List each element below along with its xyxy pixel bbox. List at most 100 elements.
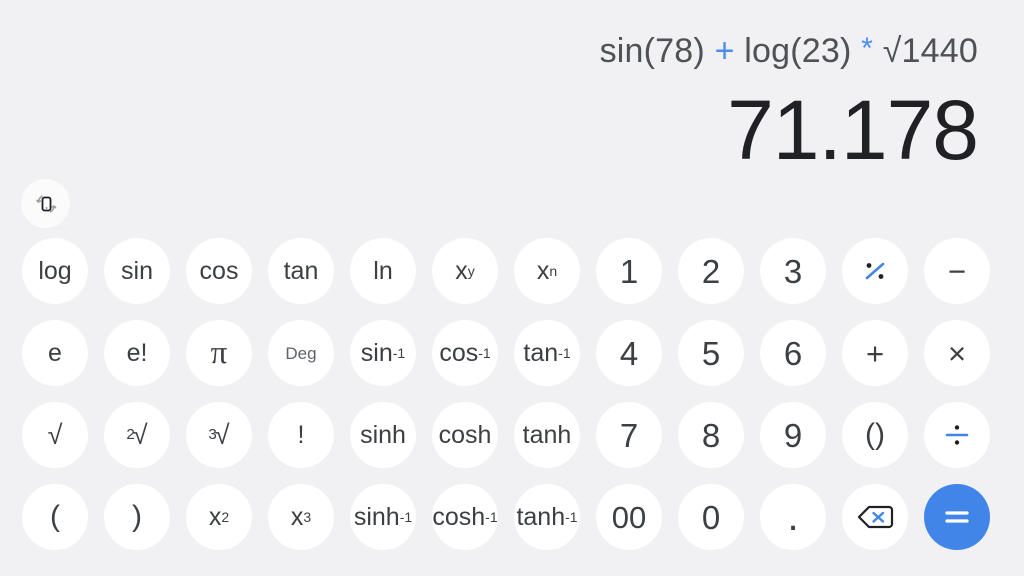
key-double-zero[interactable]: 00: [596, 484, 662, 550]
key-label: e!: [126, 338, 148, 367]
key-square-root[interactable]: √: [22, 402, 88, 468]
key-digit-6[interactable]: 6: [760, 320, 826, 386]
key-label: ln: [373, 256, 393, 285]
key-equals[interactable]: [924, 484, 990, 550]
key-multiply[interactable]: ×: [924, 320, 990, 386]
key-sin[interactable]: sin: [104, 238, 170, 304]
key-label: 1: [619, 252, 639, 290]
key-divide[interactable]: [924, 402, 990, 468]
expression-operator: +: [714, 32, 735, 70]
key-label: cos: [199, 256, 239, 285]
expression-operator: *: [861, 32, 874, 65]
key-arsinh[interactable]: sinh -1: [350, 484, 416, 550]
key-label: sin: [121, 256, 153, 285]
key-label: sin: [360, 338, 393, 367]
keypad-row: () x 2 x 3 sinh -1 cosh -1 tanh -1 00 0.: [0, 484, 1024, 550]
key-minus[interactable]: −: [924, 238, 990, 304]
keypad-row: √ 2 √ 3 √! sinh cosh tanh 7 8 9(): [0, 402, 1024, 468]
key-digit-9[interactable]: 9: [760, 402, 826, 468]
key-log[interactable]: log: [22, 238, 88, 304]
key-x-power-n[interactable]: xn: [514, 238, 580, 304]
key-tanh[interactable]: tanh: [514, 402, 580, 468]
key-e-factorial[interactable]: e!: [104, 320, 170, 386]
key-label: π: [210, 334, 228, 371]
key-label: 8: [701, 416, 721, 454]
key-tan[interactable]: tan: [268, 238, 334, 304]
key-label: cos: [439, 338, 479, 367]
key-digit-7[interactable]: 7: [596, 402, 662, 468]
calculator-display: sin(78) + log(23) * √1440 71.178: [0, 0, 1024, 230]
keypad: log sin cos tan ln x y x n 1 2 3− e e! π Deg sin -1 cos -1 t…: [0, 238, 1024, 550]
expression-segment: √1440: [873, 32, 978, 70]
key-paren-close[interactable]: ): [104, 484, 170, 550]
key-arcosh[interactable]: cosh -1: [432, 484, 498, 550]
key-digit-3[interactable]: 3: [760, 238, 826, 304]
key-label: 2: [701, 252, 721, 290]
key-arcsin[interactable]: sin -1: [350, 320, 416, 386]
result-value: 71.178: [727, 83, 979, 177]
key-label: x: [455, 256, 468, 285]
key-label: −: [947, 253, 967, 289]
key-label: sinh: [360, 420, 406, 449]
key-cube-root[interactable]: 3 √: [186, 402, 252, 468]
key-euler-e[interactable]: e: [22, 320, 88, 386]
key-label: √: [47, 419, 63, 450]
key-label: x: [290, 502, 304, 531]
key-label: √: [132, 419, 148, 450]
key-label: (): [865, 418, 885, 451]
key-digit-5[interactable]: 5: [678, 320, 744, 386]
key-x-power-y[interactable]: xy: [432, 238, 498, 304]
key-parentheses-pair[interactable]: (): [842, 402, 908, 468]
key-plus[interactable]: +: [842, 320, 908, 386]
key-label: 5: [701, 334, 721, 372]
key-cos[interactable]: cos: [186, 238, 252, 304]
key-label: tan: [523, 338, 559, 367]
key-label: 9: [783, 416, 803, 454]
key-decimal-point[interactable]: .: [760, 484, 826, 550]
key-x-cubed[interactable]: x3: [268, 484, 334, 550]
key-x-squared[interactable]: x2: [186, 484, 252, 550]
key-square-root-2[interactable]: 2 √: [104, 402, 170, 468]
rotate-screen-icon: [35, 194, 56, 213]
key-label: ): [132, 500, 142, 533]
key-label: cosh: [438, 420, 492, 449]
expression-text: sin(78) + log(23) * √1440: [0, 26, 978, 74]
key-label: √: [214, 419, 230, 450]
key-label: +: [865, 335, 885, 371]
key-cosh[interactable]: cosh: [432, 402, 498, 468]
key-artanh[interactable]: tanh -1: [514, 484, 580, 550]
key-label: sinh: [353, 502, 400, 531]
key-arccos[interactable]: cos -1: [432, 320, 498, 386]
key-digit-2[interactable]: 2: [678, 238, 744, 304]
key-angle-unit-deg[interactable]: Deg: [268, 320, 334, 386]
key-label: tanh: [516, 502, 566, 531]
key-label: ×: [947, 335, 967, 371]
key-label: 4: [619, 334, 639, 372]
key-ln[interactable]: ln: [350, 238, 416, 304]
key-label: !: [297, 420, 305, 449]
key-label: cosh: [432, 502, 486, 531]
key-factorial[interactable]: !: [268, 402, 334, 468]
key-label: x: [536, 256, 550, 285]
key-pi[interactable]: π: [186, 320, 252, 386]
key-label: Deg: [285, 343, 317, 363]
rotate-screen-button[interactable]: [21, 179, 70, 228]
key-backspace[interactable]: [842, 484, 908, 550]
key-paren-open[interactable]: (: [22, 484, 88, 550]
key-label: 3: [783, 252, 803, 290]
key-label: e: [48, 338, 62, 367]
key-label: .: [787, 495, 799, 539]
key-digit-8[interactable]: 8: [678, 402, 744, 468]
key-arctan[interactable]: tan -1: [514, 320, 580, 386]
key-sinh[interactable]: sinh: [350, 402, 416, 468]
key-digit-0[interactable]: 0: [678, 484, 744, 550]
key-digit-1[interactable]: 1: [596, 238, 662, 304]
key-label: tan: [283, 256, 319, 285]
keypad-row: e e! π Deg sin -1 cos -1 tan -1 4 5 6 + ×: [0, 320, 1024, 386]
keypad-row: log sin cos tan ln x y x n 1 2 3 −: [0, 238, 1024, 304]
equals-icon: [945, 511, 969, 523]
expression-segment: sin(78): [599, 32, 715, 70]
key-digit-4[interactable]: 4: [596, 320, 662, 386]
backspace-icon: [857, 505, 894, 529]
key-percent[interactable]: [842, 238, 908, 304]
